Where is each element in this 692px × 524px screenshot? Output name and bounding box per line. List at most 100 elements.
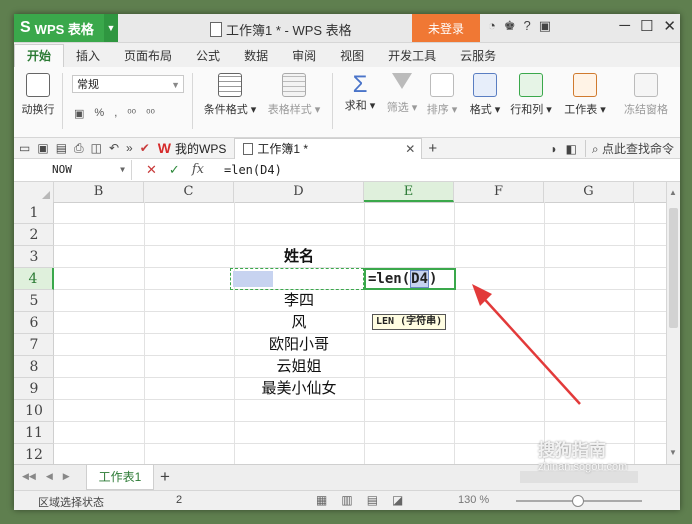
close-tab-icon[interactable]: ✕ xyxy=(405,142,415,156)
tab-insert[interactable]: 插入 xyxy=(64,45,112,67)
page-layout-view-icon[interactable]: ▤ xyxy=(367,493,378,507)
format-button[interactable]: 格式 ▾ xyxy=(466,73,504,117)
scroll-up-icon[interactable]: ▲ xyxy=(669,188,677,197)
tab-page-layout[interactable]: 页面布局 xyxy=(112,45,184,67)
cancel-icon[interactable]: ✕ xyxy=(146,162,157,178)
wps-logo-icon: S xyxy=(20,19,31,36)
wrap-text-button[interactable]: 动换行 xyxy=(18,73,58,117)
zoom-slider[interactable] xyxy=(516,495,642,507)
customize-icon[interactable]: ✔ xyxy=(140,141,150,156)
save-icon[interactable]: ▣ xyxy=(37,141,48,156)
help-icon[interactable]: ? xyxy=(524,18,531,34)
worksheet-icon xyxy=(573,73,597,97)
thousands-button[interactable]: , xyxy=(114,107,117,120)
sort-icon xyxy=(430,73,454,97)
table-style-button[interactable]: 表格样式 ▾ xyxy=(264,73,324,117)
minimize-button[interactable]: ─ xyxy=(619,17,630,35)
tab-workbook[interactable]: 工作簿1 * ✕ xyxy=(234,137,423,159)
login-button[interactable]: 未登录 xyxy=(412,14,480,42)
tab-my-wps[interactable]: W 我的WPS xyxy=(150,138,235,158)
app-menu-button[interactable]: S WPS 表格 ▼ xyxy=(14,14,118,42)
conditional-format-icon xyxy=(218,73,242,97)
chevron-down-icon: ▼ xyxy=(120,165,125,174)
open-icon[interactable]: ▭ xyxy=(19,141,30,156)
worksheet-button[interactable]: 工作表 ▾ xyxy=(562,73,608,117)
conditional-format-label: 条件格式 xyxy=(203,104,248,116)
restore-ribbon-icon[interactable]: ▣ xyxy=(539,18,551,34)
freeze-panes-icon xyxy=(634,73,658,97)
watermark-brand: 搜狗指南 xyxy=(538,441,606,460)
maximize-button[interactable]: ☐ xyxy=(640,17,653,35)
freeze-panes-label: 冻结窗格 xyxy=(624,104,668,116)
chevron-down-icon[interactable]: ▼ xyxy=(104,14,118,42)
find-command-search[interactable]: ⌕ 点此查找命令 xyxy=(584,140,674,157)
export-pdf-icon[interactable]: ▤ xyxy=(56,141,67,156)
zoom-slider-knob[interactable] xyxy=(572,495,584,507)
ribbon-divider xyxy=(192,73,193,129)
document-title-text: 工作簿1 * - WPS 表格 xyxy=(226,23,352,38)
window-title: 工作簿1 * - WPS 表格 xyxy=(210,20,352,39)
prev-sheet-icon[interactable]: ◀ xyxy=(46,471,53,482)
format-icon xyxy=(473,73,497,97)
sheet-nav: ◀◀ ◀ ▶ xyxy=(22,471,70,482)
page-break-view-icon[interactable]: ▥ xyxy=(341,493,352,507)
sheet-tab-1[interactable]: 工作表1 xyxy=(86,465,154,490)
zoom-level[interactable]: 130 % xyxy=(458,494,489,506)
skin-icon[interactable]: ◔ xyxy=(488,18,496,34)
ribbon-divider xyxy=(62,73,63,129)
close-button[interactable]: ✕ xyxy=(663,17,676,35)
first-sheet-icon[interactable]: ◀◀ xyxy=(22,471,36,482)
formula-bar: NOW ▼ ✕ ✓ fx =len(D4) xyxy=(14,159,680,182)
print-preview-icon[interactable]: ◫ xyxy=(91,141,102,156)
sort-label: 排序 xyxy=(426,104,449,116)
vertical-scrollbar[interactable]: ▲ ▼ xyxy=(666,182,680,464)
title-toolbar: ◔ ♚ ? ▣ xyxy=(488,18,551,34)
sum-button[interactable]: Σ 求和 ▾ xyxy=(340,71,380,113)
arrow-shaft xyxy=(477,291,581,405)
scrollbar-thumb[interactable] xyxy=(669,208,678,328)
tab-data[interactable]: 数据 xyxy=(232,45,280,67)
shirt-icon[interactable]: ♚ xyxy=(504,18,516,34)
new-tab-icon[interactable]: + xyxy=(428,140,437,157)
docer-icon[interactable]: ◗ xyxy=(550,142,557,156)
decrease-decimal-button[interactable]: ⁰⁰ xyxy=(146,107,155,120)
document-icon xyxy=(243,142,254,155)
next-sheet-icon[interactable]: ▶ xyxy=(63,471,70,482)
sort-button[interactable]: 排序 ▾ xyxy=(424,73,460,117)
number-format-value: 常规 xyxy=(77,79,99,91)
insert-function-icon[interactable]: fx xyxy=(192,162,204,178)
undo-icon[interactable]: ↶ xyxy=(109,141,119,156)
search-icon: ⌕ xyxy=(591,142,599,156)
filter-label: 筛选 xyxy=(386,102,409,114)
more-icon[interactable]: » xyxy=(126,141,133,156)
tab-developer[interactable]: 开发工具 xyxy=(376,45,448,67)
ribbon: 动换行 常规 ▼ ▣ % , ⁰⁰ ⁰⁰ 条件格式 ▾ 表格样式 ▾ Σ 求和 … xyxy=(14,67,680,138)
tab-home[interactable]: 开始 xyxy=(14,44,65,67)
percent-button[interactable]: % xyxy=(94,107,104,120)
rows-columns-button[interactable]: 行和列 ▾ xyxy=(508,73,554,117)
tab-review[interactable]: 审阅 xyxy=(280,45,328,67)
chevron-down-icon: ▼ xyxy=(171,80,180,90)
conditional-format-button[interactable]: 条件格式 ▾ xyxy=(200,73,260,117)
name-box[interactable]: NOW ▼ xyxy=(14,160,132,180)
tab-cloud[interactable]: 云服务 xyxy=(448,45,508,67)
currency-format-icon[interactable]: ▣ xyxy=(74,107,84,120)
status-count: 2 xyxy=(176,494,183,506)
app-name: WPS 表格 xyxy=(34,21,94,37)
increase-decimal-button[interactable]: ⁰⁰ xyxy=(127,107,136,120)
tab-view[interactable]: 视图 xyxy=(328,45,376,67)
view-buttons: ▦ ▥ ▤ ◪ xyxy=(316,493,403,507)
number-format-select[interactable]: 常规 ▼ xyxy=(72,75,184,93)
tab-formulas[interactable]: 公式 xyxy=(184,45,232,67)
freeze-panes-button[interactable]: 冻结窗格 xyxy=(616,73,676,117)
my-wps-label: 我的WPS xyxy=(175,141,227,156)
print-icon[interactable]: ⎙ xyxy=(74,141,84,156)
add-sheet-icon[interactable]: + xyxy=(160,467,170,487)
spreadsheet-grid[interactable]: B C D E F G 1 2 3 4 5 6 7 8 9 10 11 12 姓… xyxy=(14,182,666,464)
normal-view-icon[interactable]: ▦ xyxy=(316,493,327,507)
share-icon[interactable]: ◧ xyxy=(566,142,577,156)
reading-mode-icon[interactable]: ◪ xyxy=(392,493,403,507)
filter-button[interactable]: 筛选 ▾ xyxy=(384,73,420,115)
formula-input[interactable]: =len(D4) xyxy=(220,163,282,177)
confirm-icon[interactable]: ✓ xyxy=(169,162,180,178)
